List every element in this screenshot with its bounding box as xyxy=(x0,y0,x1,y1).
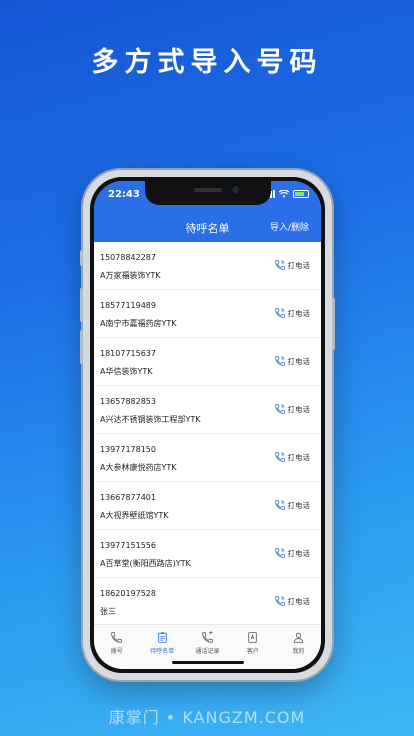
status-time: 22:43 xyxy=(108,189,140,200)
contact-card-icon xyxy=(248,632,258,643)
contact-name: A万家福装饰YTK xyxy=(100,271,161,280)
phone-call-icon xyxy=(274,500,285,510)
call-button[interactable]: 打电话 xyxy=(274,595,311,607)
phone-icon xyxy=(111,632,122,643)
phone-call-icon xyxy=(274,452,285,462)
wifi-icon xyxy=(279,190,289,198)
tab-bar: 拨号 待呼名单 通话记录 客户 我的 xyxy=(94,624,321,669)
contact-name: A南宁市嘉福药房YTK xyxy=(100,319,177,328)
call-label: 打电话 xyxy=(287,452,311,462)
tab-label: 拨号 xyxy=(110,648,123,655)
call-label: 打电话 xyxy=(287,548,311,558)
call-label: 打电话 xyxy=(287,404,311,414)
brand-footer: 康掌门 • KANGZM.COM xyxy=(108,708,306,727)
phone-call-icon xyxy=(274,404,285,414)
tab-label: 通话记录 xyxy=(195,648,220,655)
contact-list: 15078842287 A万家福装饰YTK 打电话 18577119489 A南宁市嘉福… xyxy=(94,242,321,626)
call-label: 打电话 xyxy=(287,596,311,606)
promo-headline: 多方式导入号码 xyxy=(91,47,323,78)
contact-phone: 13667877401 xyxy=(100,493,156,502)
contact-phone: 13657882853 xyxy=(100,397,156,406)
contact-name: A大参林康悦药店YTK xyxy=(100,463,177,472)
call-button[interactable]: 打电话 xyxy=(274,259,311,271)
contact-row[interactable]: 15078842287 A万家福装饰YTK 打电话 xyxy=(94,242,321,290)
contact-phone: 18107715637 xyxy=(100,349,156,358)
contact-row[interactable]: 13667877401 A大视界壁纸馆YTK 打电话 xyxy=(94,482,321,530)
volume-up-button xyxy=(80,288,83,322)
battery-icon xyxy=(293,190,309,198)
contact-name: A兴达不锈钢装饰工程部YTK xyxy=(100,415,201,424)
contact-phone: 13977178150 xyxy=(100,445,156,454)
phone-mockup: 22:43 待呼名单 导入/删除 15078842287 A万家福装饰YTK 打… xyxy=(80,170,335,680)
user-icon xyxy=(293,632,304,643)
phone-call-icon xyxy=(274,308,285,318)
call-button[interactable]: 打电话 xyxy=(274,403,311,415)
camera-icon xyxy=(231,186,239,193)
mute-switch xyxy=(80,250,83,266)
import-delete-button[interactable]: 导入/删除 xyxy=(270,220,309,233)
phone-call-icon xyxy=(274,356,285,366)
call-label: 打电话 xyxy=(287,308,311,318)
home-indicator xyxy=(171,661,244,664)
call-label: 打电话 xyxy=(287,356,311,366)
power-button xyxy=(332,298,335,350)
phone-call-icon xyxy=(274,260,285,270)
contact-row[interactable]: 13977151556 A百草堂(衡阳西路店)YTK 打电话 xyxy=(94,530,321,578)
call-label: 打电话 xyxy=(287,260,311,270)
contact-row[interactable]: 18577119489 A南宁市嘉福药房YTK 打电话 xyxy=(94,290,321,338)
tab-label: 待呼名单 xyxy=(150,648,175,655)
phone-call-icon xyxy=(274,596,285,606)
call-button[interactable]: 打电话 xyxy=(274,307,311,319)
contact-phone: 15078842287 xyxy=(100,253,156,262)
contact-name: A华信装饰YTK xyxy=(100,367,153,376)
contact-name: A大视界壁纸馆YTK xyxy=(100,511,169,520)
contact-phone: 13977151556 xyxy=(100,541,156,550)
call-button[interactable]: 打电话 xyxy=(274,499,311,511)
call-button[interactable]: 打电话 xyxy=(274,355,311,367)
contact-name: 张三 xyxy=(100,607,116,616)
contact-phone: 18620197528 xyxy=(100,589,156,598)
tab-dialer[interactable]: 拨号 xyxy=(94,625,139,669)
volume-down-button xyxy=(80,330,83,364)
app-header: 22:43 待呼名单 导入/删除 xyxy=(94,181,321,242)
phone-call-icon xyxy=(274,548,285,558)
notch xyxy=(144,181,271,205)
contact-phone: 18577119489 xyxy=(100,301,156,310)
contact-row[interactable]: 18620197528 张三 打电话 xyxy=(94,578,321,626)
call-label: 打电话 xyxy=(287,500,311,510)
tab-label: 我的 xyxy=(292,648,305,655)
app-screen: 22:43 待呼名单 导入/删除 15078842287 A万家福装饰YTK 打… xyxy=(94,181,321,669)
tab-label: 客户 xyxy=(246,648,259,655)
status-icons xyxy=(264,190,309,198)
contact-row[interactable]: 18107715637 A华信装饰YTK 打电话 xyxy=(94,338,321,386)
tab-profile[interactable]: 我的 xyxy=(276,625,321,669)
contact-row[interactable]: 13977178150 A大参林康悦药店YTK 打电话 xyxy=(94,434,321,482)
call-button[interactable]: 打电话 xyxy=(274,451,311,463)
call-button[interactable]: 打电话 xyxy=(274,547,311,559)
contact-row[interactable]: 13657882853 A兴达不锈钢装饰工程部YTK 打电话 xyxy=(94,386,321,434)
call-log-icon xyxy=(202,631,213,643)
clipboard-icon xyxy=(157,632,167,643)
contact-name: A百草堂(衡阳西路店)YTK xyxy=(100,559,191,568)
